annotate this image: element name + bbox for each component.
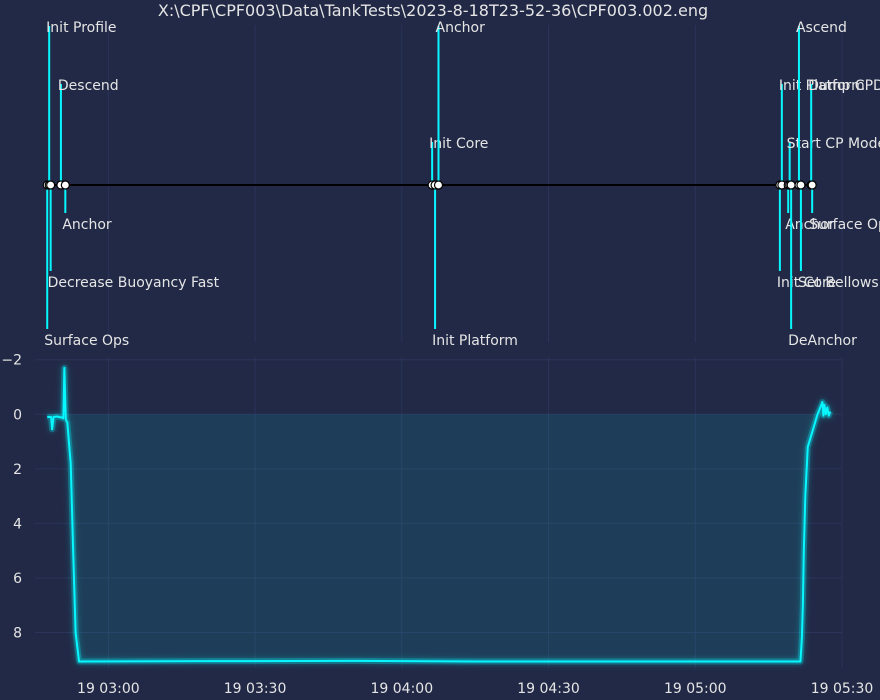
event-label-7: Anchor xyxy=(436,20,486,36)
event-marker-4 xyxy=(60,180,70,190)
event-label-13: Ascend xyxy=(796,20,847,36)
x-tick-label-0: 19 03:00 xyxy=(77,681,140,697)
event-marker-12 xyxy=(786,180,796,190)
event-marker-7 xyxy=(433,180,444,190)
event-label-4: Anchor xyxy=(62,217,112,233)
x-tick-label-3: 19 04:30 xyxy=(517,681,580,697)
event-marker-2 xyxy=(46,180,56,190)
x-tick-label-4: 19 05:00 xyxy=(664,681,727,697)
event-label-1: Init Profile xyxy=(46,20,116,36)
figure: X:\CPF\CPF003\Data\TankTests\2023-8-18T2… xyxy=(0,0,880,700)
x-tick-label-2: 19 04:00 xyxy=(371,681,434,697)
event-label-6: Init Platform xyxy=(432,333,518,349)
event-label-2: Decrease Buoyancy Fast xyxy=(48,275,220,291)
x-tick-label-5: 19 05:30 xyxy=(811,681,874,697)
x-tick-label-1: 19 03:30 xyxy=(224,681,287,697)
event-marker-16 xyxy=(807,180,817,190)
event-label-11: Start CP Mode xyxy=(787,136,880,152)
event-label-14: Set Bellows xyxy=(798,275,879,291)
y-tick-label-5: 8 xyxy=(13,626,22,642)
chart-title: X:\CPF\CPF003\Data\TankTests\2023-8-18T2… xyxy=(158,1,708,20)
event-label-16: Surface Ops xyxy=(809,217,880,233)
y-tick-label-0: −2 xyxy=(1,353,22,369)
event-label-3: Descend xyxy=(58,78,119,94)
event-label-0: Surface Ops xyxy=(44,333,129,349)
event-label-12: DeAnchor xyxy=(788,333,857,349)
event-marker-14 xyxy=(796,180,806,190)
y-tick-label-4: 6 xyxy=(13,571,22,587)
event-label-15: Dump CPData xyxy=(808,78,880,94)
y-tick-label-3: 4 xyxy=(13,516,22,532)
y-tick-label-2: 2 xyxy=(13,462,22,478)
y-tick-label-1: 0 xyxy=(13,407,22,423)
